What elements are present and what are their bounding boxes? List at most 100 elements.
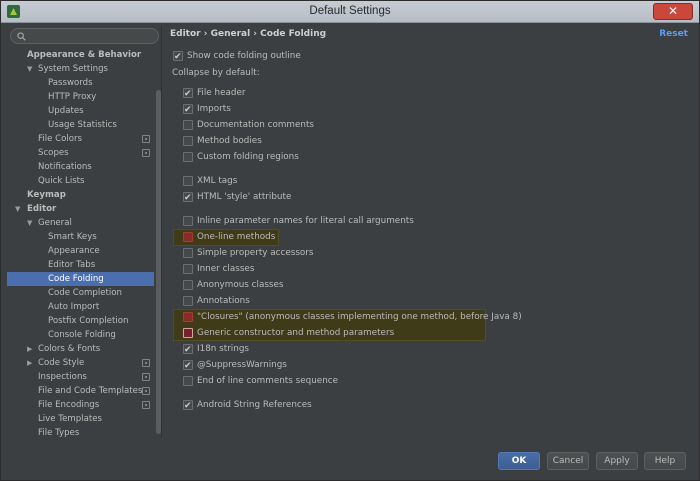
sidebar-item[interactable]: Quick Lists	[7, 174, 154, 188]
project-settings-icon	[142, 359, 150, 367]
sidebar-item[interactable]: File Encodings	[7, 398, 154, 412]
sidebar-item[interactable]: Postfix Completion	[7, 314, 154, 328]
fold-option-label: Method bodies	[197, 136, 262, 146]
sidebar-item-label: Quick Lists	[38, 176, 85, 186]
fold-option-checkbox[interactable]	[183, 359, 193, 373]
fold-option-checkbox[interactable]	[183, 280, 193, 290]
fold-option-checkbox[interactable]	[183, 136, 193, 146]
fold-option-label: HTML 'style' attribute	[197, 192, 292, 202]
fold-option-label: Inner classes	[197, 264, 255, 274]
fold-option-label: "Closures" (anonymous classes implementi…	[197, 312, 522, 322]
fold-option-checkbox[interactable]	[183, 296, 193, 306]
sidebar-item[interactable]: Console Folding	[7, 328, 154, 342]
expanded-arrow-icon[interactable]: ▼	[27, 216, 32, 230]
sidebar-item-label: Code Folding	[48, 274, 104, 284]
sidebar-item-label: Passwords	[48, 78, 93, 88]
fold-option-label: End of line comments sequence	[197, 376, 339, 386]
sidebar-item[interactable]: Inspections	[7, 370, 154, 384]
ok-button[interactable]: OK	[498, 452, 540, 470]
window-title: Default Settings	[309, 5, 391, 17]
fold-option-checkbox[interactable]	[183, 328, 193, 338]
sidebar-item-label: Smart Keys	[48, 232, 97, 242]
scrollbar-thumb[interactable]	[156, 90, 161, 434]
sidebar-item[interactable]: Code Completion	[7, 286, 154, 300]
sidebar-item[interactable]: Keymap	[7, 188, 154, 202]
reset-link[interactable]: Reset	[659, 29, 688, 39]
fold-option-checkbox[interactable]	[183, 87, 193, 101]
sidebar-item[interactable]: ▼ Editor	[7, 202, 154, 216]
sidebar-item[interactable]: ▼ System Settings	[7, 62, 154, 76]
sidebar-item-label: Appearance & Behavior	[27, 50, 142, 60]
sidebar-item[interactable]: Code Folding	[7, 272, 154, 286]
sidebar-item[interactable]: Editor Tabs	[7, 258, 154, 272]
sidebar-item[interactable]: Scopes	[7, 146, 154, 160]
fold-option-checkbox[interactable]	[183, 312, 193, 322]
sidebar-item[interactable]: ▼ General	[7, 216, 154, 230]
fold-option-checkbox[interactable]	[183, 248, 193, 258]
sidebar-item[interactable]: Appearance & Behavior	[7, 48, 154, 62]
sidebar-item-label: Appearance	[48, 246, 100, 256]
fold-option-label: Custom folding regions	[197, 152, 299, 162]
sidebar-item[interactable]: File and Code Templates	[7, 384, 154, 398]
fold-option-label: File header	[197, 88, 246, 98]
fold-option-label: Generic constructor and method parameter…	[197, 328, 395, 338]
sidebar-item[interactable]: File Types	[7, 426, 154, 440]
settings-tree: Appearance & Behavior ▼ System Settings Pas…	[7, 48, 154, 440]
breadcrumb: Editor › General › Code Folding	[170, 29, 327, 39]
cancel-button[interactable]: Cancel	[547, 452, 589, 470]
sidebar-item-label: File Encodings	[38, 400, 100, 410]
fold-option-label: @SuppressWarnings	[197, 360, 287, 370]
close-button[interactable]: ✕	[653, 3, 693, 20]
sidebar-item[interactable]: ▶ Colors & Fonts	[7, 342, 154, 356]
expanded-arrow-icon[interactable]: ▼	[27, 62, 32, 76]
sidebar-item-label: Scopes	[38, 148, 69, 158]
sidebar-item-label: Updates	[48, 106, 84, 116]
sidebar-item-label: Editor Tabs	[48, 260, 96, 270]
sidebar-item-label: Colors & Fonts	[38, 344, 101, 354]
project-settings-icon	[142, 387, 150, 395]
fold-option-checkbox[interactable]	[183, 176, 193, 186]
fold-option-checkbox[interactable]	[183, 376, 193, 386]
sidebar-item[interactable]: Usage Statistics	[7, 118, 154, 132]
fold-option-checkbox[interactable]	[183, 264, 193, 274]
sidebar-item[interactable]: Updates	[7, 104, 154, 118]
sidebar-item[interactable]: Live Templates	[7, 412, 154, 426]
fold-option-checkbox[interactable]	[183, 232, 193, 242]
settings-dialog: Default Settings ✕ Appearance & Behavior…	[0, 0, 700, 481]
fold-option-checkbox[interactable]	[183, 152, 193, 162]
collapsed-arrow-icon[interactable]: ▶	[27, 342, 32, 356]
sidebar-item[interactable]: Auto Import	[7, 300, 154, 314]
fold-option-checkbox[interactable]	[183, 103, 193, 117]
fold-option-checkbox[interactable]	[183, 399, 193, 413]
sidebar-item-label: General	[38, 218, 72, 228]
sidebar-item-label: Live Templates	[38, 414, 102, 424]
search-field[interactable]	[10, 28, 159, 44]
sidebar-scrollbar[interactable]	[155, 66, 161, 436]
show-outline-checkbox[interactable]	[173, 50, 183, 64]
collapsed-arrow-icon[interactable]: ▶	[27, 356, 32, 370]
fold-option-checkbox[interactable]	[183, 120, 193, 130]
sidebar-item-label: File Types	[38, 428, 80, 438]
sidebar-item-label: Notifications	[38, 162, 92, 172]
sidebar-item[interactable]: File Colors	[7, 132, 154, 146]
sidebar-item[interactable]: Notifications	[7, 160, 154, 174]
sidebar-item[interactable]: ▶ Code Style	[7, 356, 154, 370]
fold-option-label: Documentation comments	[197, 120, 314, 130]
search-icon	[17, 32, 26, 41]
expanded-arrow-icon[interactable]: ▼	[15, 202, 20, 216]
fold-option-checkbox[interactable]	[183, 216, 193, 226]
apply-button[interactable]: Apply	[596, 452, 638, 470]
sidebar-item[interactable]: Passwords	[7, 76, 154, 90]
fold-option-checkbox[interactable]	[183, 343, 193, 357]
code-folding-panel: Editor › General › Code Folding Reset Sh…	[164, 26, 694, 438]
sidebar-item[interactable]: HTTP Proxy	[7, 90, 154, 104]
sidebar-item-label: Console Folding	[48, 330, 116, 340]
fold-option-label: I18n strings	[197, 344, 249, 354]
help-button[interactable]: Help	[644, 452, 686, 470]
fold-option-checkbox[interactable]	[183, 191, 193, 205]
fold-option-label: Simple property accessors	[197, 248, 314, 258]
sidebar-item[interactable]: Smart Keys	[7, 230, 154, 244]
sidebar-item[interactable]: Appearance	[7, 244, 154, 258]
sidebar-item-label: Code Style	[38, 358, 85, 368]
fold-option-label: One-line methods	[197, 232, 276, 242]
